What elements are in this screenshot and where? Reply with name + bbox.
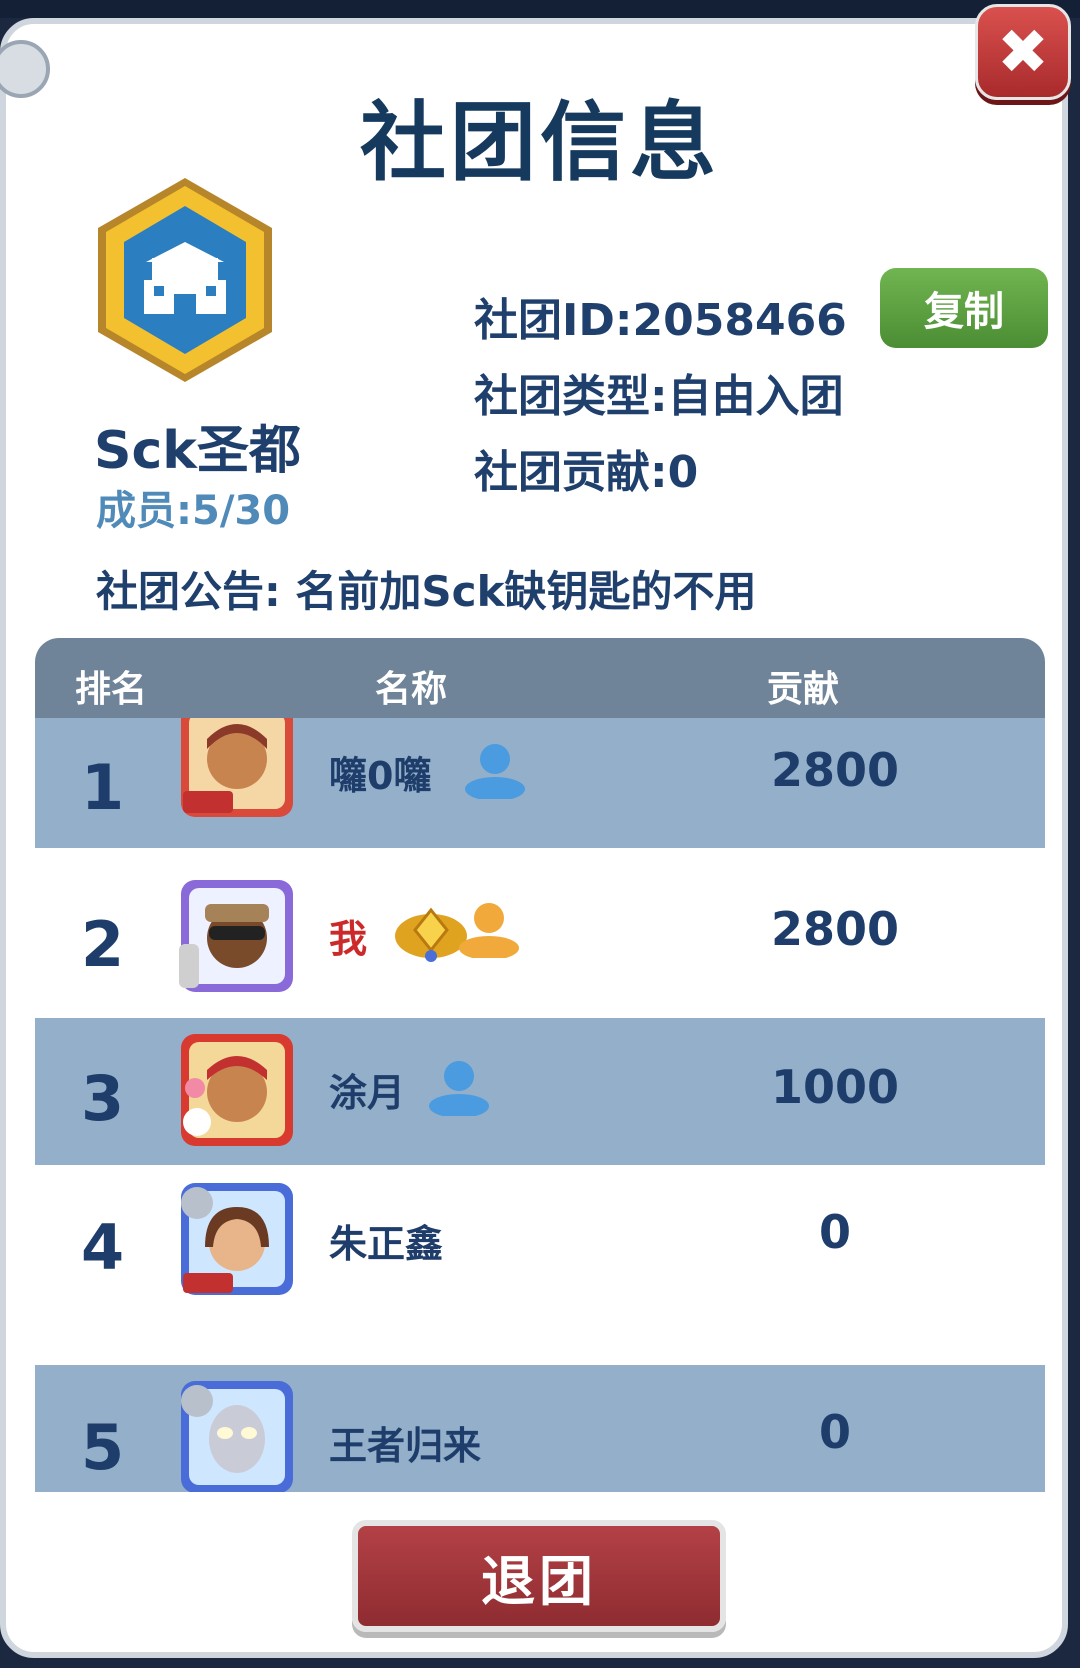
member-row[interactable]: 3 涂月 1000	[35, 1018, 1045, 1165]
member-table-header: 排名 名称 贡献	[35, 638, 1045, 718]
member-name-self: 我	[329, 917, 368, 961]
club-member-count: 成员:5/30	[96, 488, 291, 534]
header-contribution: 贡献	[767, 669, 840, 710]
member-rank: 5	[81, 1411, 125, 1484]
club-id: 社团ID:2058466	[474, 295, 847, 346]
member-row-self[interactable]: 2 我 2800	[35, 848, 1045, 1023]
member-rank: 3	[81, 1062, 125, 1135]
person-icon	[465, 744, 525, 799]
header-name: 名称	[375, 669, 448, 710]
member-name: 涂月	[329, 1071, 406, 1115]
member-row[interactable]: 4 朱正鑫 0	[35, 1165, 1045, 1340]
member-score: 2800	[770, 902, 900, 956]
member-row[interactable]: 5 王者归来 0	[35, 1365, 1045, 1492]
person-icon	[429, 1061, 489, 1116]
club-notice: 社团公告: 名前加Sck缺钥匙的不用	[96, 567, 757, 616]
club-contribution: 社团贡献:0	[474, 447, 699, 498]
background-strip	[0, 0, 1080, 18]
member-score: 2800	[770, 743, 900, 797]
person-icon	[459, 903, 519, 958]
member-rank: 1	[81, 751, 125, 824]
hero-avatar-icon	[181, 1381, 293, 1492]
member-name: 王者归来	[329, 1424, 482, 1468]
club-name: Sck圣都	[94, 421, 301, 481]
header-rank: 排名	[75, 669, 148, 710]
copy-id-button[interactable]: 复制	[880, 268, 1048, 348]
member-score: 0	[818, 1205, 851, 1259]
member-score: 1000	[770, 1060, 900, 1114]
new-year-avatar-icon	[181, 1034, 293, 1146]
club-emblem-icon	[98, 178, 272, 382]
club-type: 社团类型:自由入团	[474, 371, 844, 422]
member-rank: 2	[81, 908, 125, 981]
member-rank: 4	[81, 1211, 125, 1284]
member-name: 朱正鑫	[329, 1222, 444, 1266]
member-row[interactable]: 1 囖0囖 2800	[35, 718, 1045, 848]
leave-club-button[interactable]: 退团	[352, 1520, 726, 1632]
sunglasses-avatar-icon	[179, 880, 293, 992]
member-list[interactable]: 1 囖0囖 2800 2 我 2800 3 涂月 1000 4 朱正鑫 0 5 …	[35, 718, 1045, 1492]
girl-avatar-icon	[181, 1183, 293, 1295]
surfer-avatar-icon	[181, 718, 293, 817]
member-name: 囖0囖	[329, 754, 432, 798]
member-score: 0	[818, 1405, 851, 1459]
